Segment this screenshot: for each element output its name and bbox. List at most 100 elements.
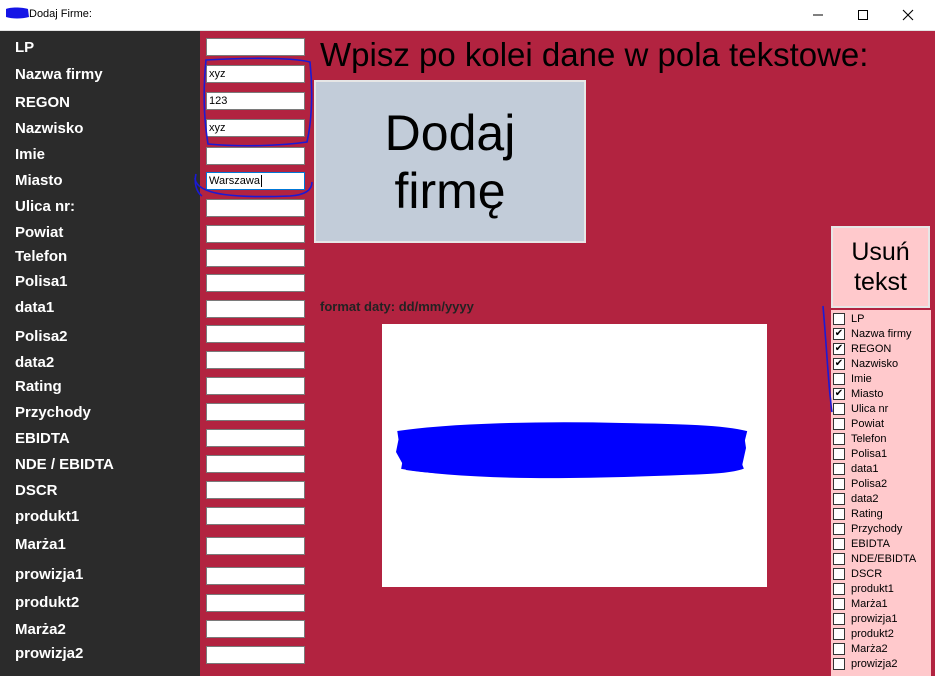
label-imie: Imie [15,146,46,163]
checkbox-rating[interactable]: Rating [833,506,883,521]
checkbox-label: produkt2 [851,627,894,640]
input-polisa2[interactable] [206,325,305,343]
checkbox-polisa1[interactable]: Polisa1 [833,446,887,461]
checkmark-icon[interactable]: ✔ [833,327,845,340]
input-ulica-nr[interactable] [206,199,305,217]
checkbox-box[interactable] [833,612,845,625]
checkbox-box[interactable] [833,372,845,385]
checkbox-marza2[interactable]: Marża2 [833,641,888,656]
checkbox-polisa2[interactable]: Polisa2 [833,476,887,491]
checkbox-box[interactable] [833,627,845,640]
label-nazwa-firmy: Nazwa firmy [15,66,103,83]
label-marza2: Marża2 [15,621,66,638]
checkbox-prowizja2[interactable]: prowizja2 [833,656,897,671]
minimize-button[interactable] [795,0,841,30]
checkmark-icon[interactable]: ✔ [833,342,845,355]
input-przychody[interactable] [206,403,305,421]
checkbox-box[interactable] [833,312,845,325]
checkbox-box[interactable] [833,432,845,445]
checkbox-box[interactable] [833,567,845,580]
label-polisa1: Polisa1 [15,273,68,290]
checkbox-box[interactable] [833,537,845,550]
label-telefon: Telefon [15,248,68,265]
checkbox-box[interactable] [833,597,845,610]
checkbox-box[interactable] [833,657,845,670]
input-ebidta[interactable] [206,429,305,447]
checkbox-lp[interactable]: LP [833,311,864,326]
input-nazwa-firmy[interactable]: xyz [206,65,305,83]
checkbox-box[interactable] [833,462,845,475]
checkbox-ulica-nr[interactable]: Ulica nr [833,401,888,416]
input-data2[interactable] [206,351,305,369]
checkbox-nazwisko[interactable]: ✔ Nazwisko [833,356,898,371]
checkbox-box[interactable] [833,507,845,520]
close-button[interactable] [885,0,931,30]
checkbox-label: prowizja2 [851,657,898,670]
checkbox-box[interactable] [833,552,845,565]
checkbox-box[interactable] [833,447,845,460]
checkbox-prowizja1[interactable]: prowizja1 [833,611,897,626]
checkbox-miasto[interactable]: ✔ Miasto [833,386,883,401]
checkbox-telefon[interactable]: Telefon [833,431,886,446]
label-produkt2: produkt2 [15,594,80,611]
checkbox-regon[interactable]: ✔ REGON [833,341,891,356]
input-dscr[interactable] [206,481,305,499]
checkbox-box[interactable] [833,417,845,430]
checkbox-box[interactable] [833,522,845,535]
checkbox-imie[interactable]: Imie [833,371,872,386]
app-icon [6,7,29,19]
input-data1[interactable] [206,300,305,318]
input-nazwisko[interactable]: xyz [206,119,305,137]
checkbox-box[interactable] [833,582,845,595]
checkbox-przychody[interactable]: Przychody [833,521,902,536]
checkbox-label: Polisa1 [851,447,888,460]
checkbox-marza1[interactable]: Marża1 [833,596,888,611]
input-produkt1[interactable] [206,507,305,525]
input-regon[interactable]: 123 [206,92,305,110]
input-rating[interactable] [206,377,305,395]
input-marza1[interactable] [206,537,305,555]
label-powiat: Powiat [15,224,64,241]
input-lp[interactable] [206,38,305,56]
checkbox-label: Przychody [851,522,903,535]
add-company-button[interactable]: Dodaj firmę [314,80,586,243]
input-nde-ebidta[interactable] [206,455,305,473]
checkbox-box[interactable] [833,642,845,655]
label-marza1: Marża1 [15,536,66,553]
redaction-scribble [396,422,748,479]
checkbox-label: Miasto [851,387,884,400]
input-powiat[interactable] [206,225,305,243]
input-prowizja1[interactable] [206,567,305,585]
input-imie[interactable] [206,147,305,165]
checkbox-produkt2[interactable]: produkt2 [833,626,894,641]
checkbox-box[interactable] [833,492,845,505]
checkbox-data1[interactable]: data1 [833,461,879,476]
clear-button-label-line2: tekst [854,268,907,296]
checkbox-ebidta[interactable]: EBIDTA [833,536,890,551]
checkbox-label: Telefon [851,432,887,445]
checkbox-powiat[interactable]: Powiat [833,416,884,431]
label-produkt1: produkt1 [15,508,80,525]
label-regon: REGON [15,94,71,111]
input-miasto[interactable]: Warszawa [206,172,305,190]
checkbox-nde-ebidta[interactable]: NDE/EBIDTA [833,551,916,566]
checkbox-box[interactable] [833,477,845,490]
input-prowizja2[interactable] [206,646,305,664]
maximize-button[interactable] [840,0,886,30]
input-produkt2[interactable] [206,594,305,612]
checkmark-icon[interactable]: ✔ [833,387,845,400]
title-bar: Dodaj Firme: [0,0,935,31]
text-caret [260,175,262,188]
checkbox-produkt1[interactable]: produkt1 [833,581,894,596]
checkbox-label: EBIDTA [851,537,890,550]
checkbox-box[interactable] [833,402,845,415]
checkbox-dscr[interactable]: DSCR [833,566,882,581]
input-polisa1[interactable] [206,274,305,292]
input-marza2[interactable] [206,620,305,638]
checkmark-icon[interactable]: ✔ [833,357,845,370]
checkbox-label: Nazwa firmy [851,327,912,340]
clear-text-button[interactable]: Usuń tekst [831,226,930,308]
input-telefon[interactable] [206,249,305,267]
checkbox-data2[interactable]: data2 [833,491,879,506]
checkbox-nazwa-firmy[interactable]: ✔ Nazwa firmy [833,326,912,341]
